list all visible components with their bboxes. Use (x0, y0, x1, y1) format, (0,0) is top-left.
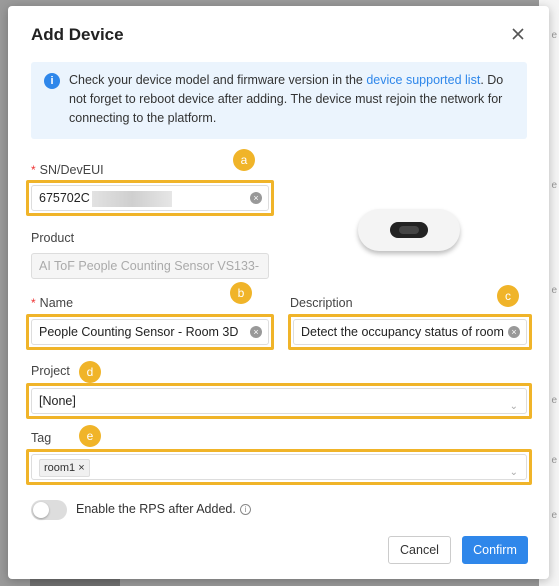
background-text: e (551, 285, 557, 296)
name-label: * Name (31, 296, 74, 310)
marker-a: a (233, 149, 255, 171)
background-text: e (551, 455, 557, 466)
highlight-box-a (26, 180, 274, 216)
marker-d: d (79, 361, 101, 383)
project-label: Project (31, 364, 70, 378)
marker-b: b (230, 282, 252, 304)
marker-e: e (79, 425, 101, 447)
highlight-box-d (26, 383, 532, 419)
sn-label: * SN/DevEUI (31, 163, 104, 177)
description-label: Description (290, 296, 353, 310)
device-image (358, 209, 460, 251)
tag-label: Tag (31, 431, 52, 445)
close-icon[interactable] (507, 23, 529, 45)
highlight-box-e (26, 449, 532, 485)
background-text: e (551, 395, 557, 406)
info-icon: i (44, 73, 60, 89)
info-banner: i Check your device model and firmware v… (31, 62, 527, 139)
marker-c: c (497, 285, 519, 307)
product-input: AI ToF People Counting Sensor VS133- (31, 253, 269, 279)
cancel-button[interactable]: Cancel (388, 536, 451, 564)
info-icon[interactable]: i (239, 504, 251, 516)
background-element (30, 578, 120, 586)
info-text: Check your device model and firmware ver… (69, 73, 504, 125)
highlight-box-b (26, 314, 274, 350)
rps-label: Enable the RPS after Added. i (76, 502, 251, 516)
highlight-box-c (288, 314, 532, 350)
rps-toggle[interactable] (31, 500, 67, 520)
dialog-title: Add Device (31, 25, 124, 44)
product-label: Product (31, 231, 75, 245)
add-device-dialog: Add Device i Check your device model and… (8, 6, 549, 579)
background-text: e (551, 180, 557, 191)
background-text: e (551, 30, 557, 41)
background-text: e (551, 510, 557, 521)
device-supported-list-link[interactable]: device supported list (366, 73, 480, 87)
confirm-button[interactable]: Confirm (462, 536, 528, 564)
